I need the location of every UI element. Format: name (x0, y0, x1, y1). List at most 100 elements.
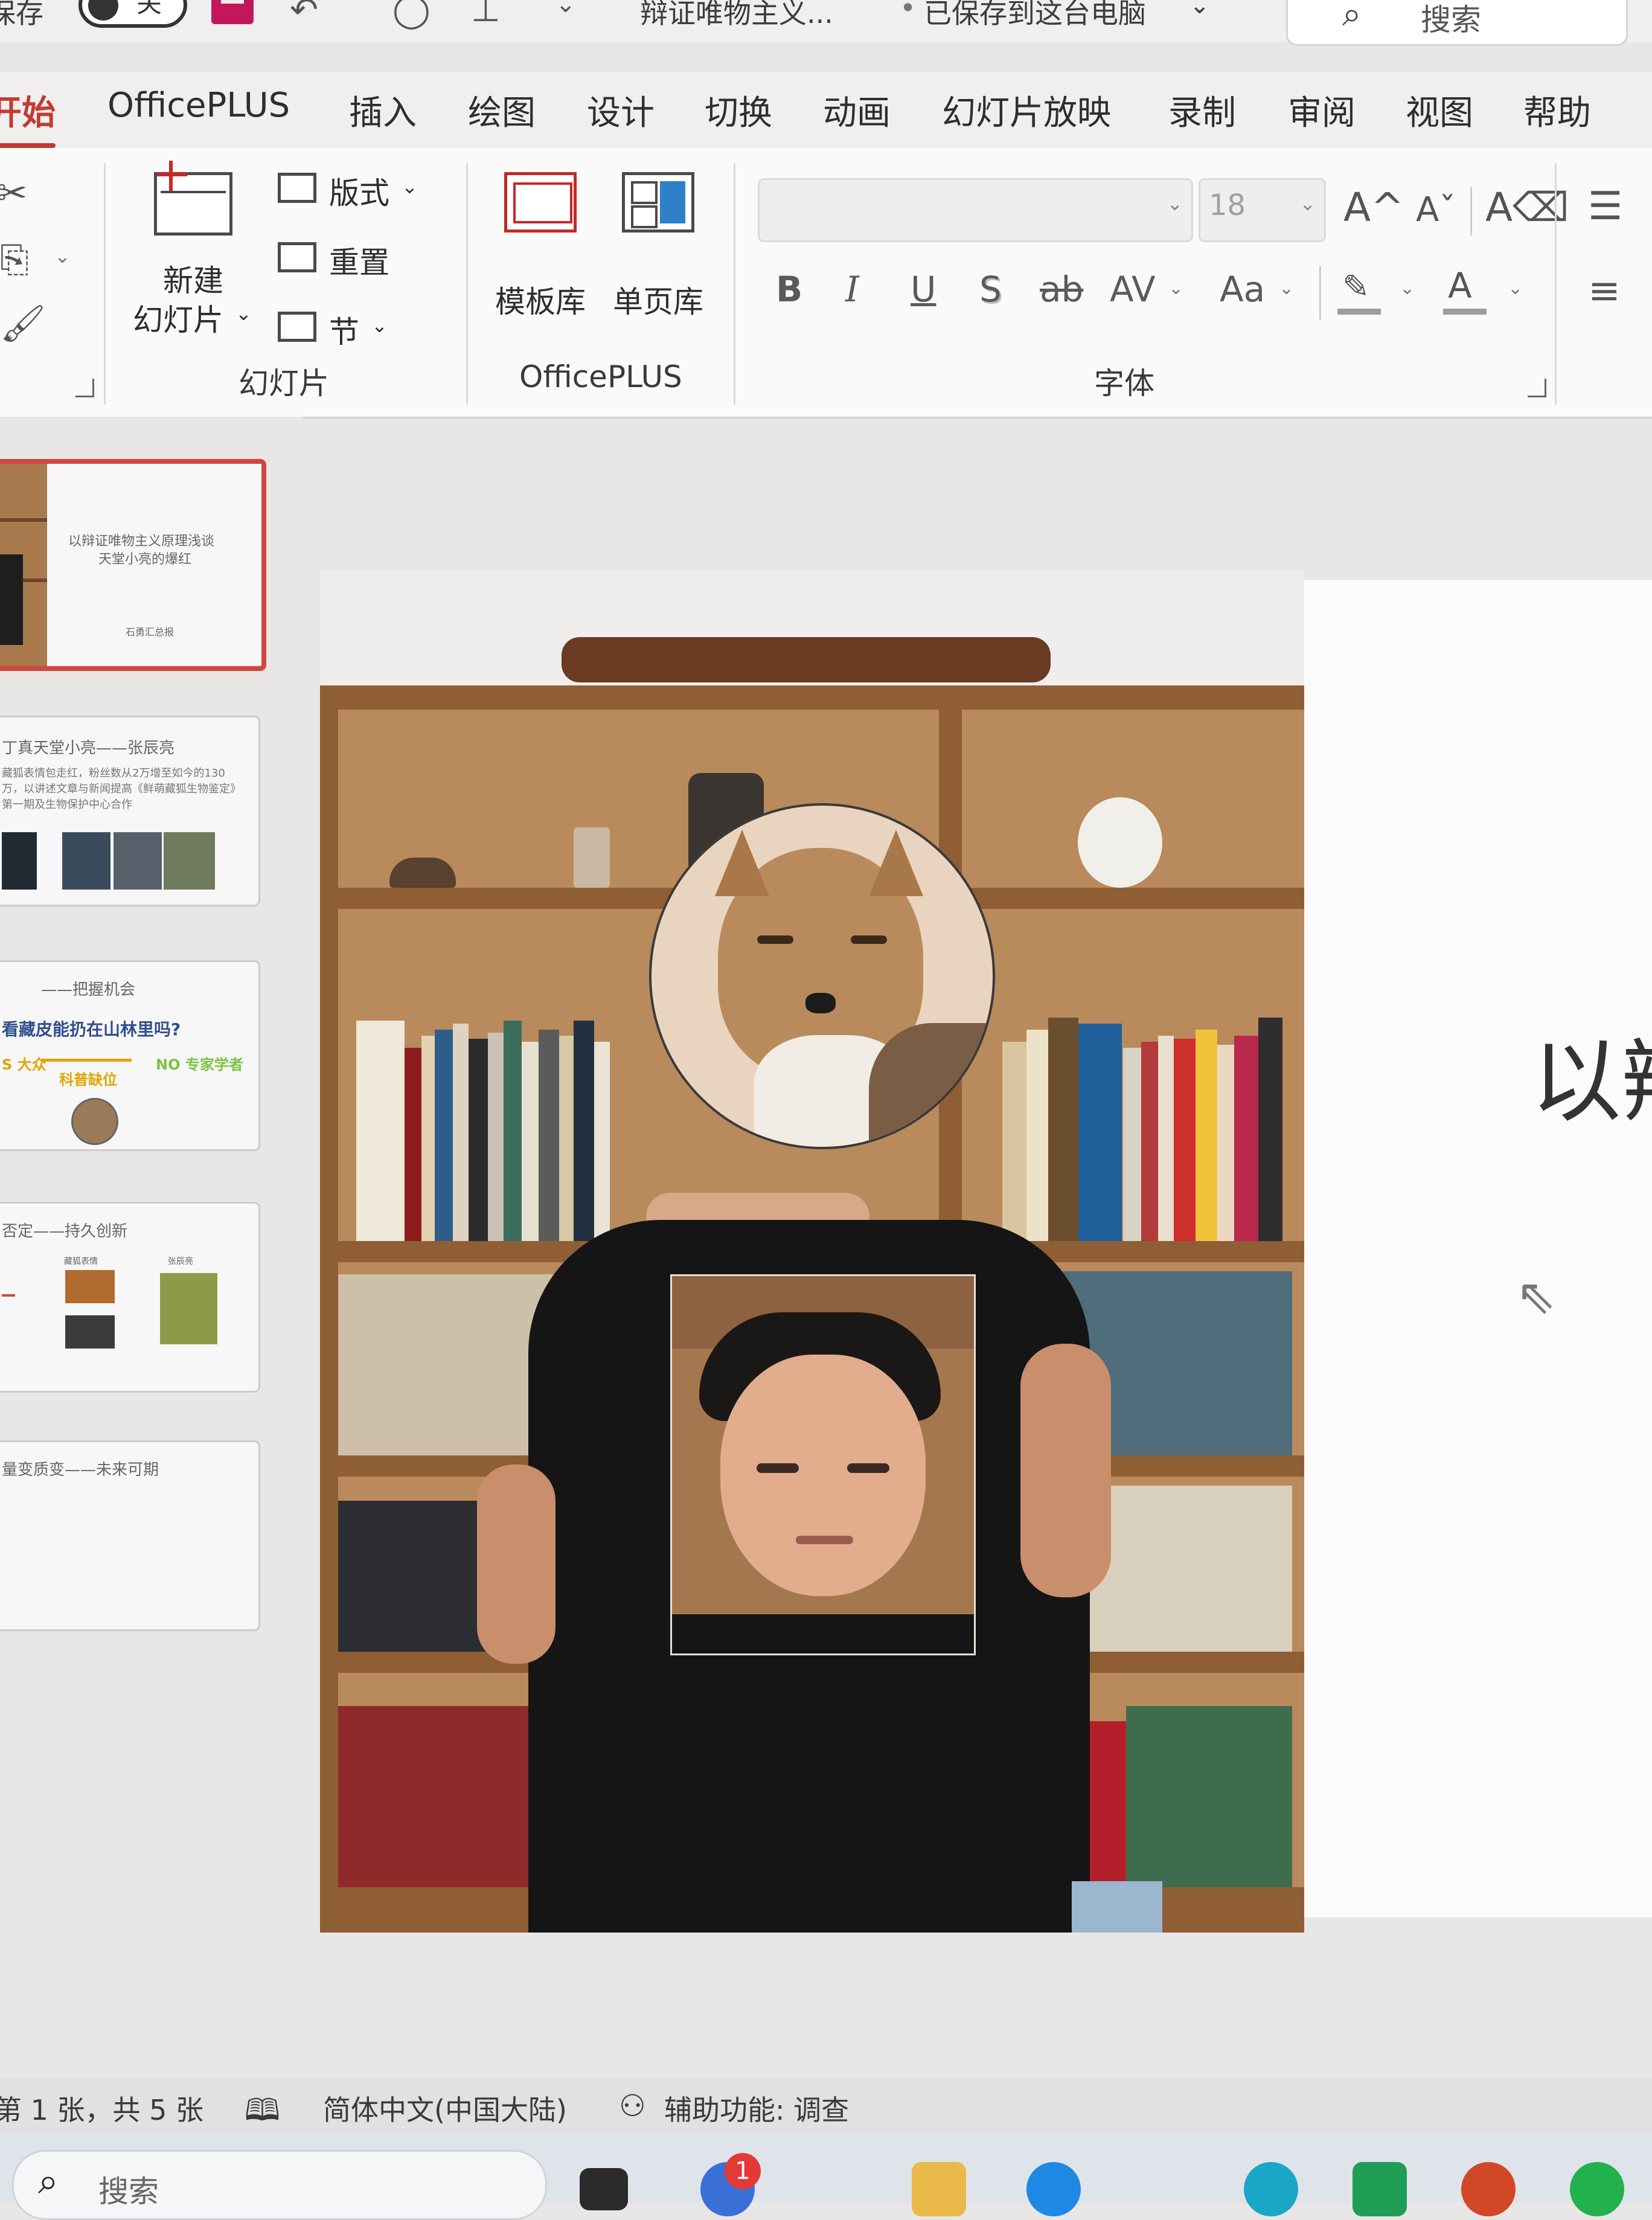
slide-thumbnail-1[interactable]: 以辩证唯物主义原理浅谈 天堂小亮的爆红 石勇汇总报 (0, 459, 266, 671)
save-status[interactable]: 已保存到这台电脑 (924, 0, 1146, 31)
clipboard-launcher-icon[interactable] (75, 379, 94, 397)
new-slide-chevron-icon: ⌄ (235, 302, 252, 325)
slide-position[interactable]: 第 1 张，共 5 张 (0, 2088, 203, 2128)
ie-browser-icon[interactable] (1026, 2162, 1081, 2216)
store-app-icon[interactable] (1353, 2162, 1407, 2216)
slide-canvas-right[interactable] (1304, 580, 1652, 1917)
save-status-chevron-icon[interactable]: ⌄ (1189, 0, 1210, 19)
search-icon: ⌕ (1342, 0, 1362, 34)
font-name-combo[interactable]: ⌄ (758, 178, 1193, 242)
slide-thumbnail-panel: 以辩证唯物主义原理浅谈 天堂小亮的爆红 石勇汇总报 丁真天堂小亮——张辰亮 藏狐… (0, 417, 302, 2084)
char-spacing-button[interactable]: AV (1110, 269, 1156, 310)
underline-button[interactable]: U (911, 269, 936, 310)
tab-draw[interactable]: 绘图 (468, 86, 536, 135)
ribbon-separator (466, 163, 468, 405)
tab-slideshow[interactable]: 幻灯片放映 (942, 86, 1111, 135)
title-search-box[interactable]: ⌕ 搜索 (1286, 0, 1628, 46)
highlight-chevron-icon[interactable]: ⌄ (1400, 278, 1415, 299)
autosave-toggle[interactable]: 关 (78, 0, 187, 28)
copy-chevron-icon[interactable]: ⌄ (54, 245, 71, 268)
powerpoint-icon[interactable] (1461, 2162, 1516, 2216)
bold-button[interactable]: B (776, 269, 802, 310)
strikethrough-button[interactable]: ab (1040, 269, 1083, 310)
language-status[interactable]: 简体中文(中国大陆) (323, 2088, 567, 2128)
edge-browser-icon[interactable] (1244, 2162, 1298, 2216)
tab-help[interactable]: 帮助 (1523, 86, 1591, 135)
accessibility-status[interactable]: 辅助功能: 调查 (664, 2088, 849, 2128)
tab-review[interactable]: 审阅 (1288, 86, 1356, 135)
slide-photo-bookshelf[interactable] (320, 571, 1304, 1933)
tab-record[interactable]: 录制 (1168, 86, 1236, 135)
mouth (796, 1536, 853, 1544)
jeans (1072, 1881, 1162, 1933)
section-button[interactable]: 节 ⌄ (278, 308, 435, 356)
held-face-photo (670, 1274, 976, 1655)
shrink-font-icon[interactable]: Aˇ (1416, 190, 1456, 229)
single-page-library-label: 单页库 (613, 284, 703, 319)
title-search-placeholder: 搜索 (1421, 2, 1481, 37)
font-color-chevron-icon[interactable]: ⌄ (1508, 278, 1523, 299)
tab-officeplus[interactable]: OfficePLUS (107, 86, 290, 125)
slide-thumbnail-5[interactable]: 量变质变——未来可期 (0, 1440, 260, 1631)
tab-animations[interactable]: 动画 (823, 86, 891, 135)
tab-design[interactable]: 设计 (587, 86, 655, 135)
slides-group-label: 幻灯片 (239, 366, 329, 401)
thumb-4-image-2 (65, 1315, 115, 1349)
bullets-icon[interactable]: ☰ (1588, 184, 1622, 229)
italic-button[interactable]: I (845, 269, 859, 310)
tab-insert[interactable]: 插入 (349, 86, 417, 135)
chevron-down-icon[interactable]: ⌄ (555, 0, 576, 18)
task-view-icon[interactable] (580, 2168, 628, 2210)
highlight-button[interactable]: ✎ (1337, 268, 1386, 317)
copy-icon[interactable]: ⎘ (0, 239, 29, 281)
slide-thumbnail-2[interactable]: 丁真天堂小亮——张辰亮 藏狐表情包走红，粉丝数从2万增至如今的130万，以讲述文… (0, 716, 260, 906)
taskbar-search-box[interactable]: ⌕ 搜索 (12, 2150, 547, 2220)
font-color-label: A (1448, 265, 1472, 306)
format-painter-icon[interactable]: 🖌 (0, 302, 46, 345)
align-left-icon[interactable]: ≡ (1588, 269, 1621, 313)
new-slide-button[interactable]: 新建 幻灯片 ⌄ (124, 161, 269, 347)
tab-view[interactable]: 视图 (1406, 86, 1473, 135)
book (1258, 1018, 1282, 1241)
circle-icon[interactable]: ◯ (392, 0, 431, 30)
thumb-5-title: 量变质变——未来可期 (2, 1461, 159, 1479)
thumb-4-col1-label: 藏狐表情 (64, 1257, 98, 1266)
char-spacing-chevron-icon[interactable]: ⌄ (1168, 278, 1183, 299)
pin-icon[interactable]: ⊥ (471, 0, 501, 30)
book (522, 1042, 539, 1241)
book (356, 1021, 405, 1241)
book (1196, 1030, 1217, 1241)
section-chevron-icon: ⌄ (371, 314, 388, 337)
slide-thumbnail-4[interactable]: 否定——持久创新 藏狐表情 张辰亮 (0, 1202, 260, 1393)
grow-font-icon[interactable]: A^ (1343, 184, 1404, 231)
undo-icon[interactable]: ↶ (290, 0, 318, 30)
change-case-chevron-icon[interactable]: ⌄ (1279, 278, 1294, 299)
toggle-knob (88, 0, 118, 21)
save-icon[interactable] (211, 0, 254, 24)
font-launcher-icon[interactable] (1528, 379, 1546, 397)
thumb-3-right-tag: NO 专家学者 (156, 1056, 243, 1073)
wechat-icon[interactable] (1570, 2162, 1624, 2216)
thumb-4-mark (2, 1294, 15, 1297)
reset-icon (278, 242, 316, 272)
shadow-button[interactable]: S (979, 269, 1002, 310)
ribbon: ✂ ⎘ ⌄ 🖌 新建 幻灯片 ⌄ 版式 ⌄ 重置 节 ⌄ 幻灯片 模板库 单页库… (0, 148, 1652, 419)
cut-icon[interactable]: ✂ (0, 172, 27, 214)
layout-button[interactable]: 版式 ⌄ (278, 169, 435, 217)
font-size-combo[interactable]: 18 ⌄ (1199, 178, 1326, 242)
thumb-3-question: 看藏皮能扔在山林里吗? (2, 1019, 181, 1039)
slide-thumbnail-3[interactable]: ——把握机会 看藏皮能扔在山林里吗? S 大众 科普缺位 NO 专家学者 (0, 960, 260, 1151)
accessibility-icon[interactable]: ⚇ (619, 2088, 646, 2123)
tab-home[interactable]: 开始 (0, 86, 56, 148)
change-case-button[interactable]: Aa (1220, 269, 1265, 310)
font-divider (1319, 266, 1321, 320)
tab-transitions[interactable]: 切换 (705, 86, 772, 135)
thumb-2-image-3 (114, 832, 162, 890)
single-page-library-button[interactable]: 单页库 (610, 172, 712, 319)
ribbon-separator (1555, 163, 1557, 405)
file-explorer-icon[interactable] (912, 2162, 966, 2216)
reset-button[interactable]: 重置 (278, 239, 435, 287)
font-color-button[interactable]: A (1443, 265, 1491, 317)
template-library-button[interactable]: 模板库 (492, 172, 595, 319)
slide-title-partial[interactable]: 以辨 (1531, 1009, 1652, 1140)
